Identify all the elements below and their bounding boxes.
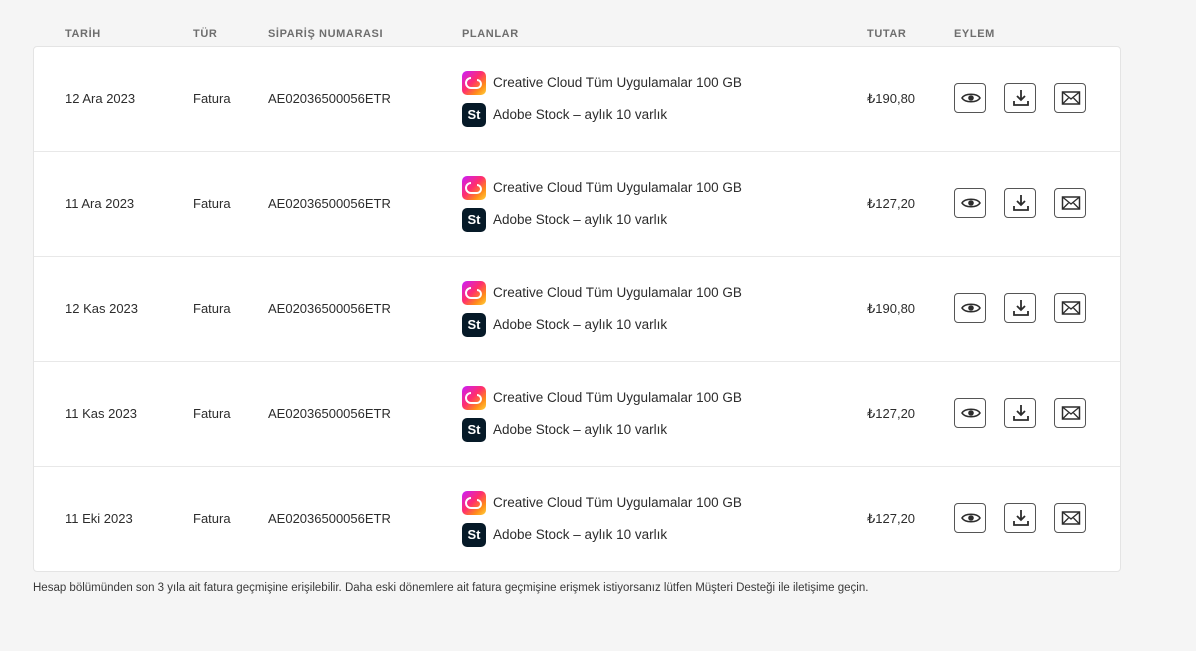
invoice-type: Fatura — [193, 91, 231, 106]
creative-cloud-icon — [462, 281, 486, 305]
invoice-date: 12 Kas 2023 — [65, 301, 139, 316]
creative-cloud-icon — [462, 176, 486, 200]
adobe-stock-icon: St — [462, 208, 486, 232]
plan-name: Creative Cloud Tüm Uygulamalar 100 GB — [493, 495, 742, 510]
download-icon — [1013, 405, 1029, 421]
table-header: TARİH TÜR SİPARİŞ NUMARASI PLANLAR TUTAR… — [0, 28, 1196, 44]
order-number: AE02036500056ETR — [268, 511, 391, 526]
table-row: 11 Ara 2023 Fatura AE02036500056ETR Crea… — [34, 152, 1120, 257]
invoice-date: 11 Kas 2023 — [65, 406, 138, 421]
table-row: 12 Kas 2023 Fatura AE02036500056ETR Crea… — [34, 257, 1120, 362]
header-action: EYLEM — [954, 28, 995, 40]
plan-name: Creative Cloud Tüm Uygulamalar 100 GB — [493, 180, 742, 195]
invoice-table: 12 Ara 2023 Fatura AE02036500056ETR Crea… — [33, 46, 1121, 572]
eye-icon — [961, 513, 981, 523]
invoice-date: 11 Ara 2023 — [65, 196, 135, 211]
plan-name: Creative Cloud Tüm Uygulamalar 100 GB — [493, 390, 742, 405]
envelope-icon — [1061, 511, 1081, 525]
header-order-number: SİPARİŞ NUMARASI — [268, 28, 384, 40]
download-invoice-button[interactable] — [1004, 293, 1036, 323]
email-invoice-button[interactable] — [1054, 83, 1086, 113]
download-invoice-button[interactable] — [1004, 503, 1036, 533]
invoice-date: 11 Eki 2023 — [65, 511, 133, 526]
plan-name: Adobe Stock – aylık 10 varlık — [493, 317, 668, 332]
envelope-icon — [1061, 406, 1081, 420]
envelope-icon — [1061, 301, 1081, 315]
creative-cloud-icon — [462, 386, 486, 410]
invoice-amount: ₺127,20 — [867, 196, 916, 211]
table-row: 12 Ara 2023 Fatura AE02036500056ETR Crea… — [34, 47, 1120, 152]
view-invoice-button[interactable] — [954, 398, 986, 428]
creative-cloud-icon — [462, 491, 486, 515]
eye-icon — [961, 408, 981, 418]
download-icon — [1013, 90, 1029, 106]
email-invoice-button[interactable] — [1054, 188, 1086, 218]
plan-name: Adobe Stock – aylık 10 varlık — [493, 107, 668, 122]
download-icon — [1013, 510, 1029, 526]
view-invoice-button[interactable] — [954, 188, 986, 218]
plan-name: Adobe Stock – aylık 10 varlık — [493, 527, 668, 542]
eye-icon — [961, 198, 981, 208]
email-invoice-button[interactable] — [1054, 398, 1086, 428]
invoice-type: Fatura — [193, 406, 231, 421]
view-invoice-button[interactable] — [954, 83, 986, 113]
invoice-amount: ₺190,80 — [867, 301, 916, 316]
invoice-date: 12 Ara 2023 — [65, 91, 136, 106]
envelope-icon — [1061, 91, 1081, 105]
eye-icon — [961, 303, 981, 313]
plan-name: Creative Cloud Tüm Uygulamalar 100 GB — [493, 285, 742, 300]
view-invoice-button[interactable] — [954, 503, 986, 533]
plan-name: Adobe Stock – aylık 10 varlık — [493, 422, 668, 437]
plan-name: Adobe Stock – aylık 10 varlık — [493, 212, 668, 227]
eye-icon — [961, 93, 981, 103]
creative-cloud-icon — [462, 71, 486, 95]
download-icon — [1013, 195, 1029, 211]
invoice-amount: ₺127,20 — [867, 406, 916, 421]
invoice-type: Fatura — [193, 301, 231, 316]
header-type: TÜR — [193, 28, 218, 40]
order-number: AE02036500056ETR — [268, 91, 391, 106]
invoice-type: Fatura — [193, 511, 231, 526]
header-plans: PLANLAR — [462, 28, 519, 40]
download-icon — [1013, 300, 1029, 316]
order-number: AE02036500056ETR — [268, 196, 391, 211]
invoice-amount: ₺127,20 — [867, 511, 916, 526]
adobe-stock-icon: St — [462, 313, 486, 337]
table-row: 11 Eki 2023 Fatura AE02036500056ETR Crea… — [34, 467, 1120, 571]
download-invoice-button[interactable] — [1004, 398, 1036, 428]
order-number: AE02036500056ETR — [268, 406, 391, 421]
invoice-amount: ₺190,80 — [867, 91, 916, 106]
view-invoice-button[interactable] — [954, 293, 986, 323]
order-number: AE02036500056ETR — [268, 301, 391, 316]
envelope-icon — [1061, 196, 1081, 210]
email-invoice-button[interactable] — [1054, 503, 1086, 533]
table-row: 11 Kas 2023 Fatura AE02036500056ETR Crea… — [34, 362, 1120, 467]
email-invoice-button[interactable] — [1054, 293, 1086, 323]
adobe-stock-icon: St — [462, 103, 486, 127]
history-footnote: Hesap bölümünden son 3 yıla ait fatura g… — [33, 582, 869, 594]
header-amount: TUTAR — [867, 28, 907, 40]
adobe-stock-icon: St — [462, 418, 486, 442]
adobe-stock-icon: St — [462, 523, 486, 547]
invoice-type: Fatura — [193, 196, 231, 211]
download-invoice-button[interactable] — [1004, 188, 1036, 218]
download-invoice-button[interactable] — [1004, 83, 1036, 113]
plan-name: Creative Cloud Tüm Uygulamalar 100 GB — [493, 75, 742, 90]
header-date: TARİH — [65, 28, 101, 40]
